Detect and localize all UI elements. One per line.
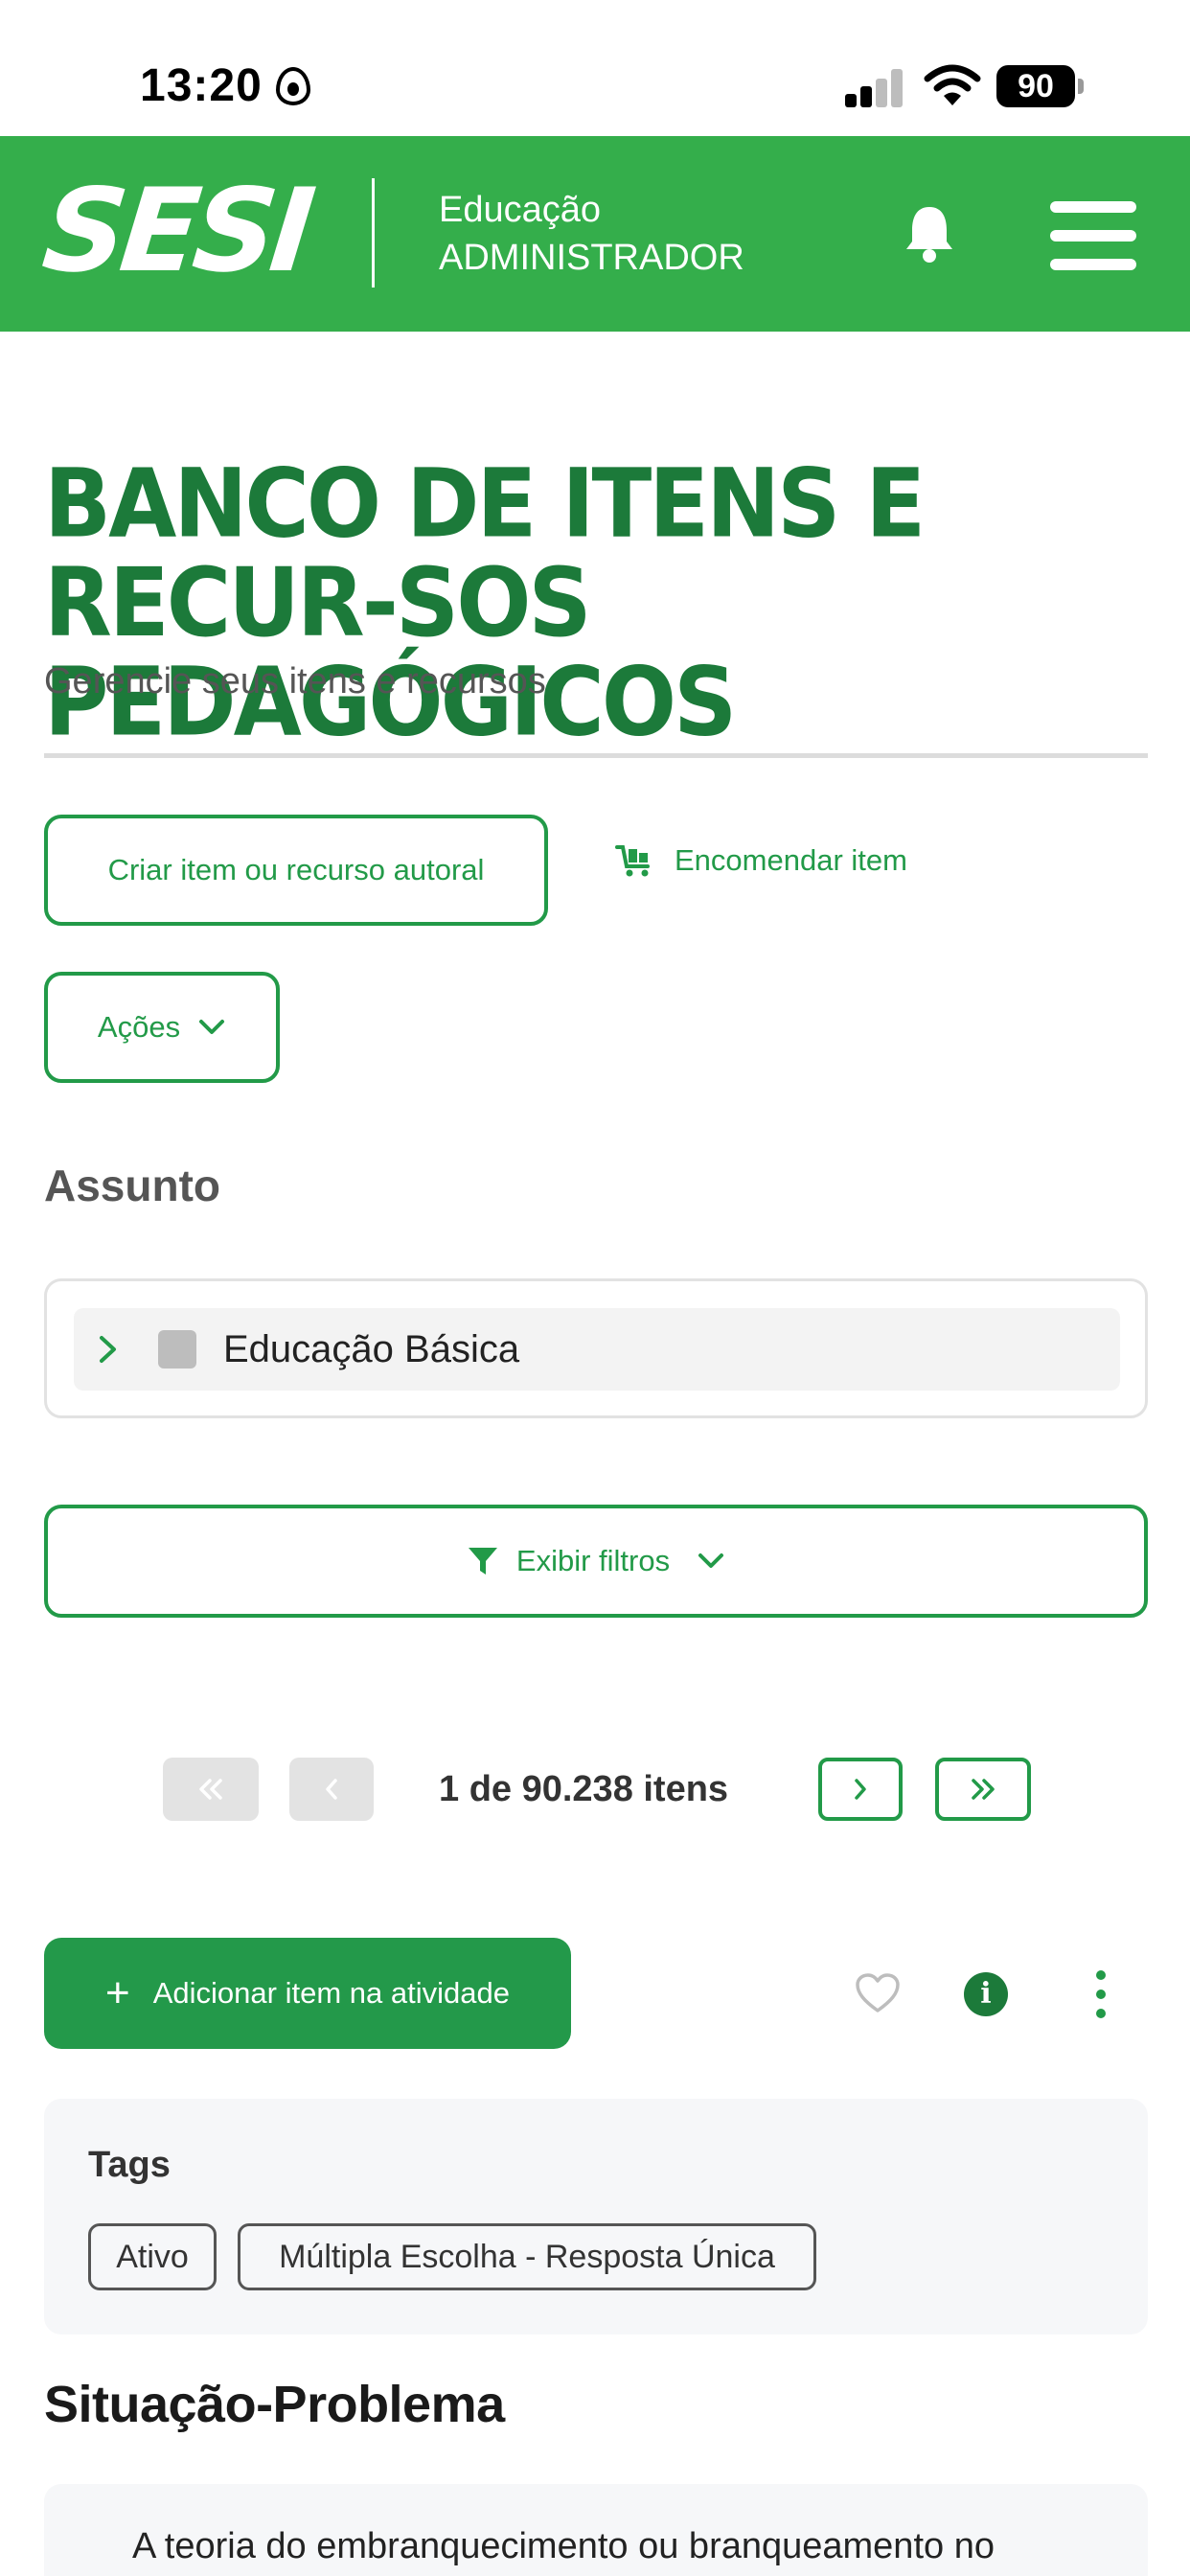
show-filters-button[interactable]: Exibir filtros (44, 1505, 1148, 1618)
chevron-left-icon (326, 1779, 337, 1800)
header-divider (372, 178, 375, 288)
header-line-education: Educação (439, 190, 602, 230)
tag-question-type: Múltipla Escolha - Resposta Única (238, 2223, 816, 2290)
title-divider (44, 753, 1148, 758)
next-page-button[interactable] (818, 1758, 903, 1821)
status-time: 13:20 (140, 60, 263, 111)
tag-ativo: Ativo (88, 2223, 217, 2290)
show-filters-label: Exibir filtros (515, 1544, 671, 1577)
add-item-label: Adicionar item na atividade (152, 1976, 510, 2010)
order-item-link[interactable]: Encomendar item (615, 843, 907, 878)
subject-tree: Educação Básica (44, 1278, 1148, 1418)
page-title: BANCO DE ITENS E RECUR-SOS PEDAGÓGICOS (44, 448, 926, 758)
tags-heading: Tags (88, 2145, 171, 2185)
actions-dropdown-button[interactable]: Ações (44, 972, 280, 1083)
problem-section-title: Situação-Problema (44, 2376, 505, 2433)
problem-text: A teoria do embranquecimento ou branquea… (132, 2526, 995, 2566)
filter-icon (468, 1548, 497, 1575)
hamburger-menu-icon[interactable] (1050, 197, 1136, 274)
double-chevron-left-icon (199, 1779, 222, 1800)
cart-icon (615, 845, 650, 877)
status-bar: 13:20 90 (0, 0, 1190, 136)
double-chevron-right-icon (972, 1779, 995, 1800)
chevron-right-icon (855, 1779, 866, 1800)
plus-icon: + (105, 1969, 130, 2016)
actions-dropdown-label: Ações (97, 1010, 181, 1044)
heart-icon[interactable] (855, 1972, 901, 2014)
subject-heading: Assunto (44, 1161, 220, 1210)
page-subtitle: Gerencie seus itens e recursos (44, 661, 546, 702)
order-item-label: Encomendar item (675, 843, 907, 877)
sesi-logo: SESI (36, 165, 315, 298)
add-item-to-activity-button[interactable]: + Adicionar item na atividade (44, 1938, 571, 2049)
wifi-icon (924, 64, 981, 105)
chevron-right-icon[interactable] (95, 1333, 122, 1366)
create-item-label: Criar item ou recurso autoral (107, 853, 485, 886)
problem-text-card: A teoria do embranquecimento ou branquea… (44, 2484, 1148, 2576)
chevron-down-icon (698, 1553, 724, 1568)
create-item-button[interactable]: Criar item ou recurso autoral (44, 815, 548, 926)
tree-node-educacao-basica[interactable]: Educação Básica (74, 1308, 1120, 1391)
chevron-down-icon (199, 1020, 225, 1034)
more-options-icon[interactable] (1094, 1970, 1108, 2018)
info-icon[interactable]: i (964, 1972, 1008, 2016)
tree-checkbox[interactable] (158, 1330, 196, 1368)
bell-icon[interactable] (904, 203, 954, 263)
battery-indicator: 90 (996, 65, 1084, 107)
header-context: Educação ADMINISTRADOR (439, 186, 744, 282)
first-page-button[interactable] (163, 1758, 259, 1821)
tree-node-label: Educação Básica (223, 1327, 520, 1370)
app-header: SESI Educação ADMINISTRADOR (0, 136, 1190, 332)
flame-icon (276, 67, 310, 105)
last-page-button[interactable] (935, 1758, 1031, 1821)
pagination-status: 1 de 90.238 itens (439, 1769, 729, 1809)
cellular-signal-icon (845, 67, 904, 107)
header-line-role: ADMINISTRADOR (439, 238, 744, 278)
previous-page-button[interactable] (289, 1758, 374, 1821)
tags-card: Tags Ativo Múltipla Escolha - Resposta Ú… (44, 2099, 1148, 2334)
